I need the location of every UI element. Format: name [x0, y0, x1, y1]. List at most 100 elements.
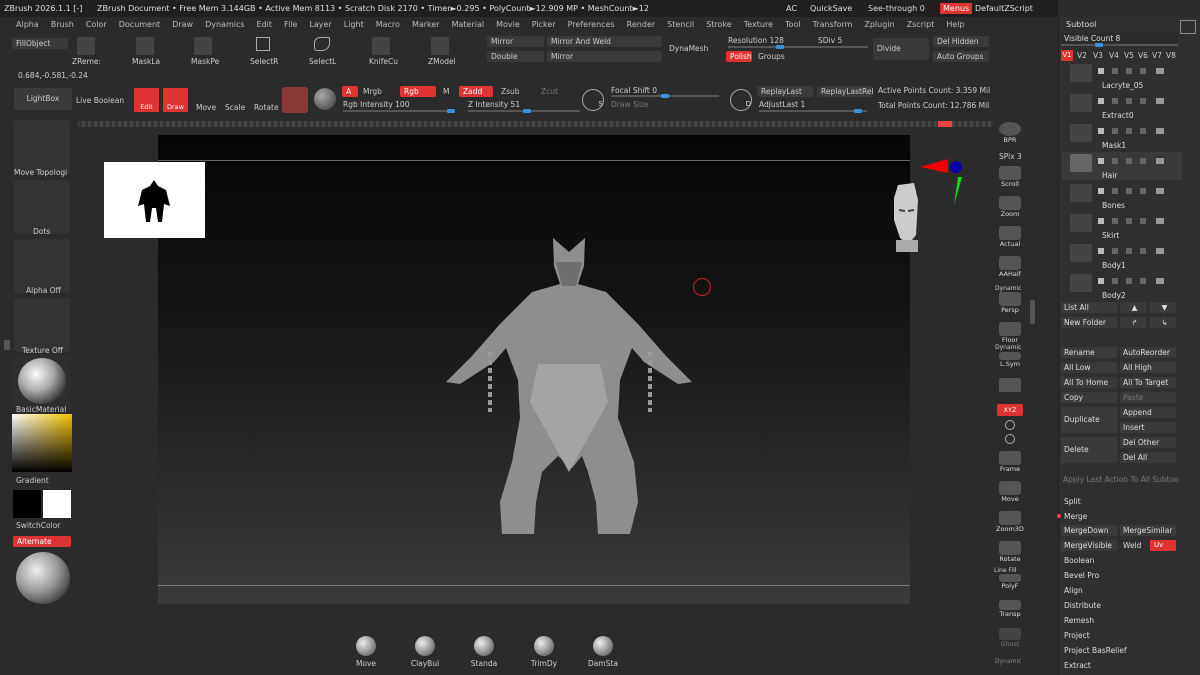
- z-intensity-slider[interactable]: Z Intensity 51: [468, 100, 520, 109]
- move-up-arrow-icon[interactable]: ▲: [1120, 302, 1146, 313]
- menu-file[interactable]: File: [278, 17, 303, 33]
- ghost-button[interactable]: Ghost: [995, 628, 1025, 654]
- subtool-item-hair[interactable]: Hair: [1062, 152, 1182, 180]
- rgb-intensity-slider[interactable]: Rgb Intensity 100: [343, 100, 409, 109]
- z-intensity-handle[interactable]: [523, 109, 531, 113]
- list-all-button[interactable]: List All: [1061, 302, 1117, 313]
- frame-button[interactable]: Frame: [995, 451, 1025, 477]
- dots-stroke-icon[interactable]: [14, 180, 70, 234]
- subtool-toggles[interactable]: [1098, 278, 1178, 284]
- version-v3[interactable]: V3: [1093, 51, 1103, 60]
- menu-texture[interactable]: Texture: [738, 17, 779, 33]
- aahalf-button[interactable]: AAHalf: [995, 256, 1025, 282]
- menu-movie[interactable]: Movie: [490, 17, 526, 33]
- groups-button[interactable]: Groups: [758, 52, 785, 61]
- visible-count-track[interactable]: [1061, 43, 1178, 47]
- transp-button[interactable]: Transp: [995, 600, 1025, 626]
- sdiv-slider[interactable]: SDiv 5: [818, 36, 842, 45]
- resolution-track[interactable]: [728, 45, 868, 49]
- subtool-item-extract0[interactable]: Extract0: [1062, 92, 1182, 120]
- menu-stencil[interactable]: Stencil: [661, 17, 700, 33]
- subtool-toggles[interactable]: [1098, 98, 1178, 104]
- subtool-title[interactable]: Subtool: [1066, 20, 1096, 29]
- menu-transform[interactable]: Transform: [807, 17, 859, 33]
- lightbox-button[interactable]: LightBox: [14, 88, 72, 110]
- menu-zplugin[interactable]: Zplugin: [858, 17, 900, 33]
- adjustlast-track[interactable]: [759, 109, 867, 113]
- subtool-toggles[interactable]: [1098, 188, 1178, 194]
- merge-section[interactable]: Merge: [1064, 512, 1087, 521]
- all-to-home-button[interactable]: All To Home: [1061, 377, 1117, 388]
- version-v2[interactable]: V2: [1077, 51, 1087, 60]
- lock-icon[interactable]: [999, 378, 1021, 392]
- trimdynamic-brush-button[interactable]: TrimDy: [521, 636, 567, 668]
- duplicate-button[interactable]: Duplicate: [1061, 407, 1117, 433]
- distribute-section[interactable]: Distribute: [1064, 601, 1101, 610]
- spix-slider[interactable]: SPix 3: [999, 152, 1022, 161]
- menu-color[interactable]: Color: [80, 17, 113, 33]
- zsub-button[interactable]: Zsub: [501, 87, 520, 96]
- version-v5[interactable]: V5: [1124, 51, 1134, 60]
- subtool-toggles[interactable]: [1098, 248, 1178, 254]
- quicksave-button[interactable]: QuickSave: [810, 0, 852, 17]
- project-section[interactable]: Project: [1064, 631, 1090, 640]
- delete-button[interactable]: Delete: [1061, 437, 1117, 463]
- project-basrelief-section[interactable]: Project BasRelief: [1064, 646, 1127, 655]
- del-other-button[interactable]: Del Other: [1120, 437, 1176, 448]
- new-folder-button[interactable]: New Folder: [1061, 317, 1117, 328]
- subtool-item-lacryte05[interactable]: Lacryte_05: [1062, 62, 1182, 90]
- subtool-panel-corner[interactable]: [1180, 20, 1196, 34]
- maskpen-icon[interactable]: [194, 37, 212, 55]
- subtool-item-body2[interactable]: Body2: [1062, 272, 1182, 300]
- subtool-item-mask1[interactable]: Mask1: [1062, 122, 1182, 150]
- draw-size-slider[interactable]: Draw Size: [611, 100, 648, 109]
- rgb-intensity-handle[interactable]: [447, 109, 455, 113]
- claybuildup-brush-button[interactable]: ClayBui: [402, 636, 448, 668]
- subtool-item-skirt[interactable]: Skirt: [1062, 212, 1182, 240]
- copy-button[interactable]: Copy: [1061, 392, 1117, 403]
- insert-button[interactable]: Insert: [1120, 422, 1176, 433]
- fillobject-button[interactable]: FillObject: [12, 38, 68, 49]
- rename-button[interactable]: Rename: [1061, 347, 1117, 358]
- secondary-color-swatch[interactable]: [13, 490, 41, 518]
- zcut-button[interactable]: Zcut: [541, 87, 558, 96]
- autoreorder-button[interactable]: AutoReorder: [1120, 347, 1176, 358]
- mirror-button-2[interactable]: Mirror: [547, 51, 662, 62]
- move-view-button[interactable]: Move: [995, 481, 1025, 507]
- version-v4[interactable]: V4: [1109, 51, 1119, 60]
- visible-count-handle[interactable]: [1095, 43, 1103, 47]
- z-intensity-track[interactable]: [468, 109, 580, 113]
- menu-document[interactable]: Document: [113, 17, 166, 33]
- del-hidden-button[interactable]: Del Hidden: [933, 36, 989, 47]
- paste-button[interactable]: Paste: [1120, 392, 1176, 403]
- mirror-button[interactable]: Mirror: [487, 36, 544, 47]
- menu-tool[interactable]: Tool: [779, 17, 807, 33]
- mirror-and-weld-button[interactable]: Mirror And Weld: [547, 36, 662, 47]
- menu-light[interactable]: Light: [338, 17, 370, 33]
- persp-button[interactable]: Persp: [995, 292, 1025, 318]
- all-low-button[interactable]: All Low: [1061, 362, 1117, 373]
- del-all-button[interactable]: Del All: [1120, 452, 1176, 463]
- polish-button[interactable]: Polish: [726, 51, 752, 62]
- menu-picker[interactable]: Picker: [526, 17, 562, 33]
- zoom3d-button[interactable]: Zoom3D: [995, 511, 1025, 537]
- focal-s-icon[interactable]: S: [582, 89, 604, 111]
- selectrect-icon[interactable]: [256, 37, 270, 51]
- alternate-button[interactable]: Alternate: [13, 536, 71, 547]
- remesh-section[interactable]: Remesh: [1064, 616, 1094, 625]
- all-high-button[interactable]: All High: [1120, 362, 1176, 373]
- menu-macro[interactable]: Macro: [370, 17, 406, 33]
- zoom-button[interactable]: Zoom: [995, 196, 1025, 222]
- rgb-intensity-track[interactable]: [343, 109, 455, 113]
- draw-button[interactable]: Draw: [163, 88, 188, 112]
- color-picker[interactable]: [12, 414, 72, 472]
- texture-icon[interactable]: [14, 298, 70, 352]
- switchcolor-button[interactable]: SwitchColor: [16, 521, 60, 530]
- focal-shift-slider[interactable]: Focal Shift 0: [611, 86, 657, 95]
- divide-button[interactable]: Divide: [873, 38, 929, 60]
- xyz-button[interactable]: XYZ: [997, 404, 1023, 416]
- extract-section[interactable]: Extract: [1064, 661, 1091, 670]
- rotate-z-icon[interactable]: [1005, 434, 1015, 444]
- move-topological-brush-icon[interactable]: [14, 120, 70, 174]
- seethrough-slider[interactable]: See-through 0: [868, 0, 925, 17]
